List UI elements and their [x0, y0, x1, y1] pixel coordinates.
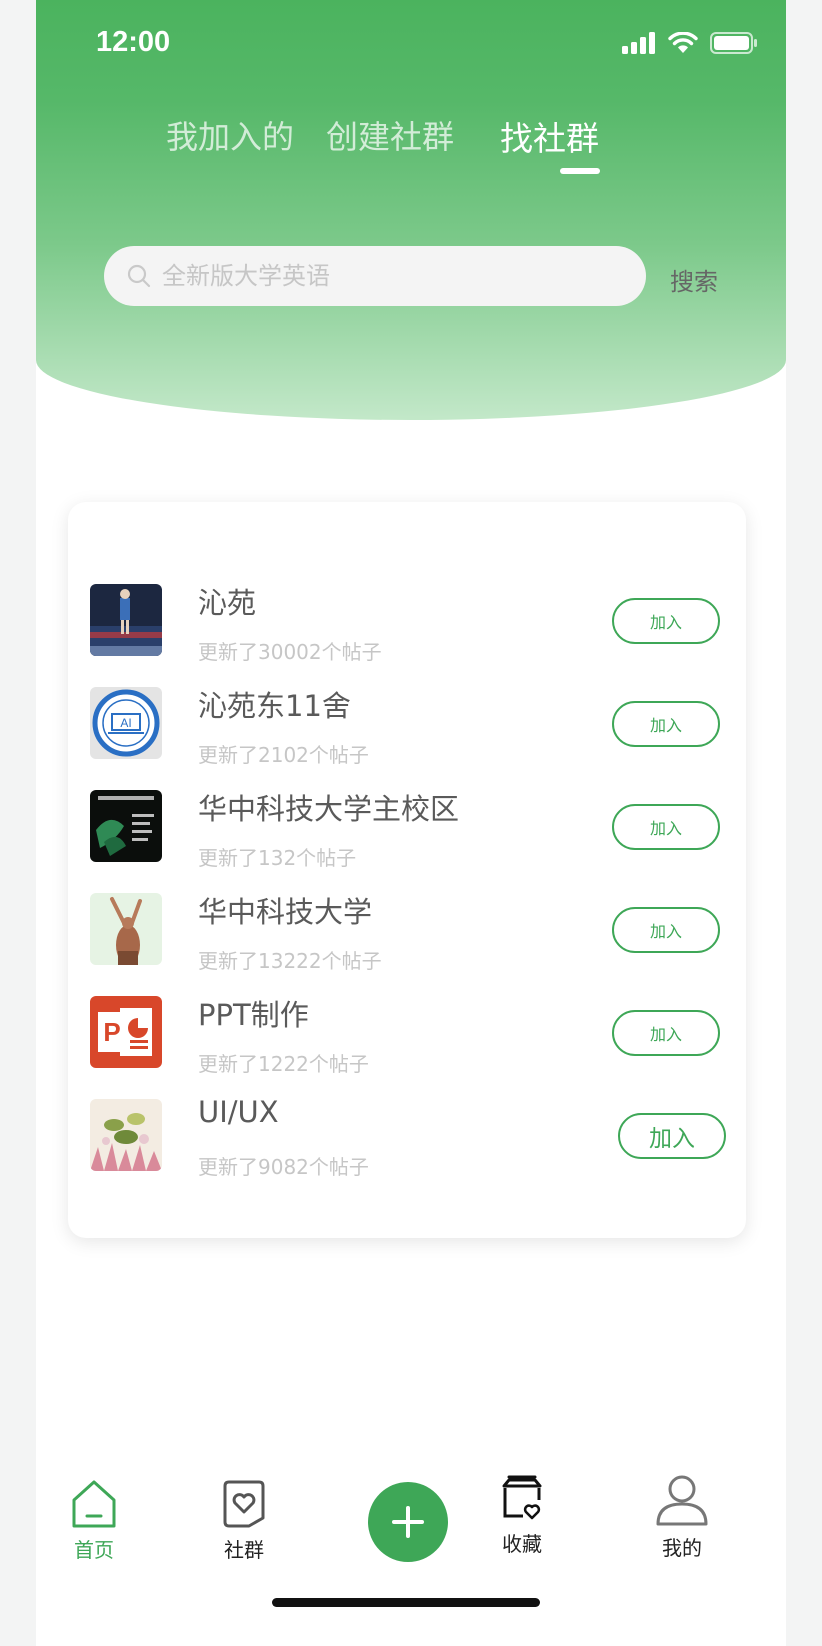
community-row[interactable]: 华中科技大学 更新了13222个帖子 加入: [68, 893, 746, 1001]
community-row[interactable]: UI/UX 更新了9082个帖子 加入: [68, 1095, 746, 1207]
bottom-nav: 首页 社群 收藏 我的: [36, 1460, 786, 1646]
status-time: 12:00: [96, 26, 171, 58]
community-post-count: 更新了2102个帖子: [198, 743, 369, 767]
add-post-button[interactable]: [368, 1482, 448, 1562]
community-avatar-image: AI: [90, 687, 162, 759]
community-post-count: 更新了9082个帖子: [198, 1155, 369, 1179]
community-post-count: 更新了132个帖子: [198, 846, 357, 870]
tab-joined[interactable]: 我加入的: [166, 112, 294, 158]
status-bar: 12:00: [36, 0, 786, 88]
community-avatar-image: [90, 1099, 162, 1171]
join-button[interactable]: 加入: [612, 907, 720, 953]
battery-icon: [710, 32, 757, 54]
nav-label-profile: 我的: [662, 1536, 702, 1560]
community-post-count: 更新了13222个帖子: [198, 949, 382, 973]
search-bar: [104, 246, 646, 306]
status-icons: [622, 32, 758, 54]
nav-home[interactable]: 首页: [64, 1478, 124, 1563]
svg-text:P: P: [103, 1017, 120, 1047]
heart-card-icon: [223, 1480, 265, 1528]
tab-create-community[interactable]: 创建社群: [326, 112, 454, 158]
join-button[interactable]: 加入: [612, 804, 720, 850]
powerpoint-icon: P: [90, 996, 162, 1068]
plus-icon: [392, 1506, 424, 1538]
active-tab-indicator: [560, 168, 600, 174]
community-name: 华中科技大学: [198, 895, 373, 929]
community-name: UI/UX: [198, 1095, 279, 1129]
community-name: 沁苑: [198, 586, 257, 620]
community-list-card: 沁苑 更新了30002个帖子 加入 AI 沁苑东11舍 更新了2102个帖子 加…: [68, 502, 746, 1238]
community-row[interactable]: P PPT制作 更新了1222个帖子 加入: [68, 996, 746, 1104]
community-row[interactable]: 华中科技大学主校区 更新了132个帖子 加入: [68, 790, 746, 898]
join-button[interactable]: 加入: [612, 701, 720, 747]
community-post-count: 更新了30002个帖子: [198, 640, 382, 664]
top-tabs: 我加入的 创建社群 找社群: [36, 112, 786, 182]
community-name: PPT制作: [198, 998, 309, 1032]
community-avatar-image: [90, 584, 162, 656]
nav-label-favorites: 收藏: [502, 1532, 542, 1556]
community-post-count: 更新了1222个帖子: [198, 1052, 369, 1076]
community-row[interactable]: 沁苑 更新了30002个帖子 加入: [68, 584, 746, 692]
wifi-icon: [668, 32, 698, 53]
community-name: 华中科技大学主校区: [198, 792, 460, 826]
app-screen: 12:00 我加入的 创建社群 找社群 全新版大学英语 搜索 沁苑 更新了300…: [36, 0, 786, 1646]
cellular-signal-icon: [622, 32, 655, 54]
nav-favorites[interactable]: 收藏: [492, 1474, 552, 1557]
user-icon: [656, 1475, 708, 1526]
store-heart-icon: [502, 1475, 542, 1520]
join-button[interactable]: 加入: [612, 598, 720, 644]
search-button[interactable]: 搜索: [670, 262, 718, 297]
community-row[interactable]: AI 沁苑东11舍 更新了2102个帖子 加入: [68, 687, 746, 795]
nav-profile[interactable]: 我的: [652, 1474, 712, 1561]
join-button[interactable]: 加入: [618, 1113, 726, 1159]
community-name: 沁苑东11舍: [198, 689, 351, 723]
nav-community[interactable]: 社群: [214, 1478, 274, 1563]
nav-label-community: 社群: [224, 1538, 264, 1562]
nav-label-home: 首页: [74, 1538, 114, 1562]
search-input[interactable]: [162, 262, 602, 290]
tab-find-community[interactable]: 找社群: [500, 112, 599, 160]
join-button[interactable]: 加入: [612, 1010, 720, 1056]
home-icon: [72, 1480, 116, 1528]
svg-text:AI: AI: [120, 716, 131, 730]
home-indicator: [272, 1598, 540, 1607]
community-avatar-image: [90, 893, 162, 965]
community-avatar-image: [90, 790, 162, 862]
search-icon: [127, 264, 151, 288]
